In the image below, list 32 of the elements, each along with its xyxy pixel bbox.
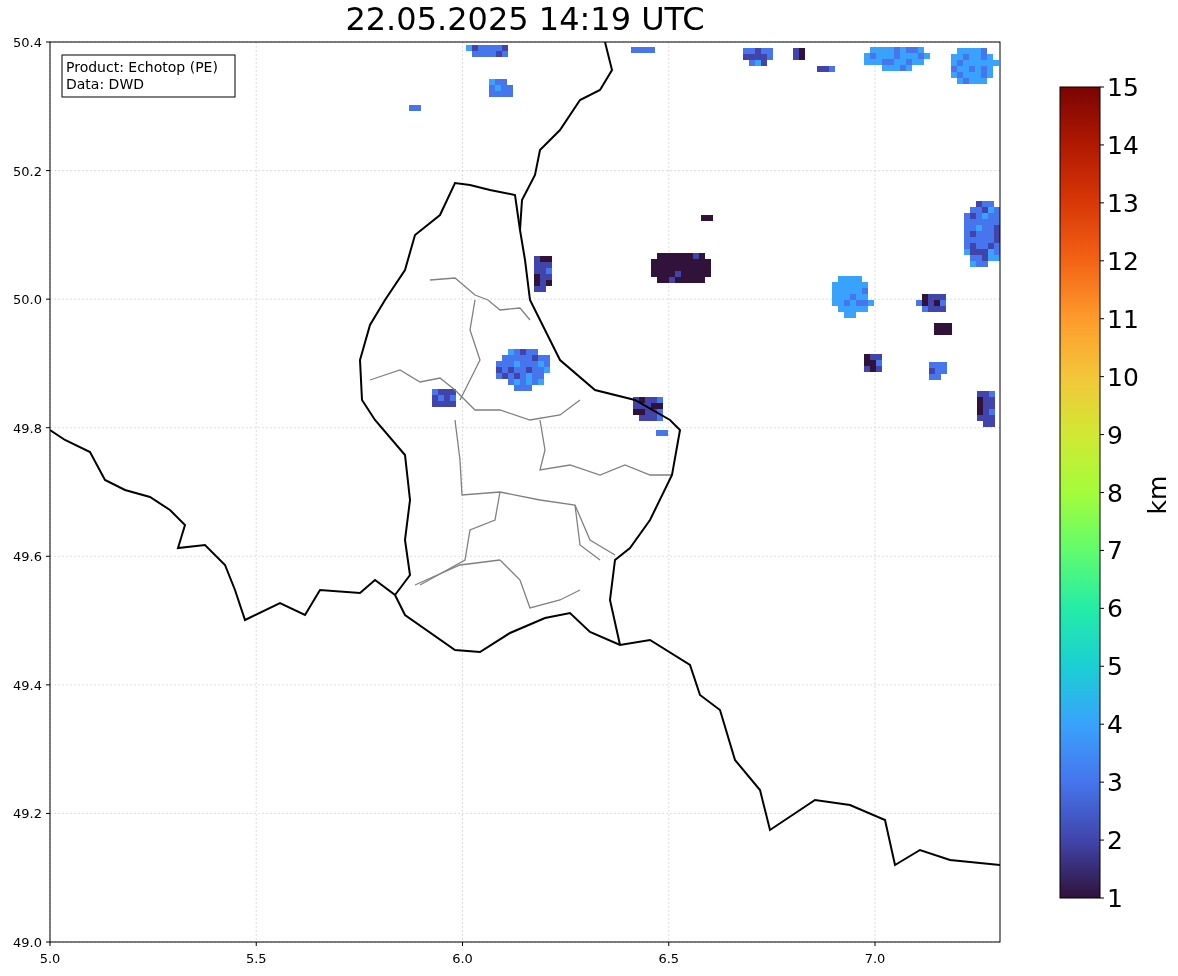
plot-title: 22.05.2025 14:19 UTC (345, 2, 705, 36)
colorbar-tick-label: 6 (1107, 594, 1123, 624)
x-tick-label: 5.0 (39, 951, 61, 966)
colorbar-tick-label: 7 (1107, 536, 1123, 566)
x-tick-label: 7.0 (864, 951, 886, 966)
info-text: Product: Echotop (PE) (66, 59, 218, 75)
colorbar-tick-label: 10 (1107, 362, 1139, 392)
colorbar-tick-label: 13 (1107, 188, 1139, 218)
x-tick-label: 6.0 (452, 951, 473, 966)
colorbar-tick-label: 4 (1107, 710, 1123, 740)
colorbar-tick-label: 15 (1107, 73, 1139, 102)
colorbar-tick-label: 2 (1107, 826, 1123, 856)
y-tick-label: 50.2 (13, 163, 42, 179)
y-tick-label: 50.4 (13, 35, 42, 50)
colorbar-tick-label: 8 (1107, 478, 1123, 508)
y-tick-label: 49.2 (13, 806, 42, 822)
colorbar-tick-label: 12 (1107, 246, 1139, 276)
colorbar-tick-label: 3 (1107, 768, 1123, 798)
colorbar-tick-label: 9 (1107, 420, 1123, 450)
colorbar-tick-label: 1 (1107, 884, 1123, 913)
y-tick-label: 50.0 (13, 292, 42, 308)
x-tick-label: 6.5 (658, 951, 680, 966)
x-tick-label: 5.5 (245, 951, 267, 966)
info-text: Data: DWD (66, 76, 144, 92)
colorbar-tick-label: 11 (1107, 304, 1139, 334)
y-tick-label: 49.0 (13, 935, 42, 950)
colorbar-tick-label: 5 (1107, 652, 1123, 682)
y-tick-label: 49.8 (13, 420, 42, 436)
y-tick-label: 49.4 (13, 677, 42, 693)
y-tick-label: 49.6 (13, 549, 42, 565)
colorbar-tick-label: 14 (1107, 130, 1139, 160)
colorbar-label: km (1143, 475, 1172, 515)
